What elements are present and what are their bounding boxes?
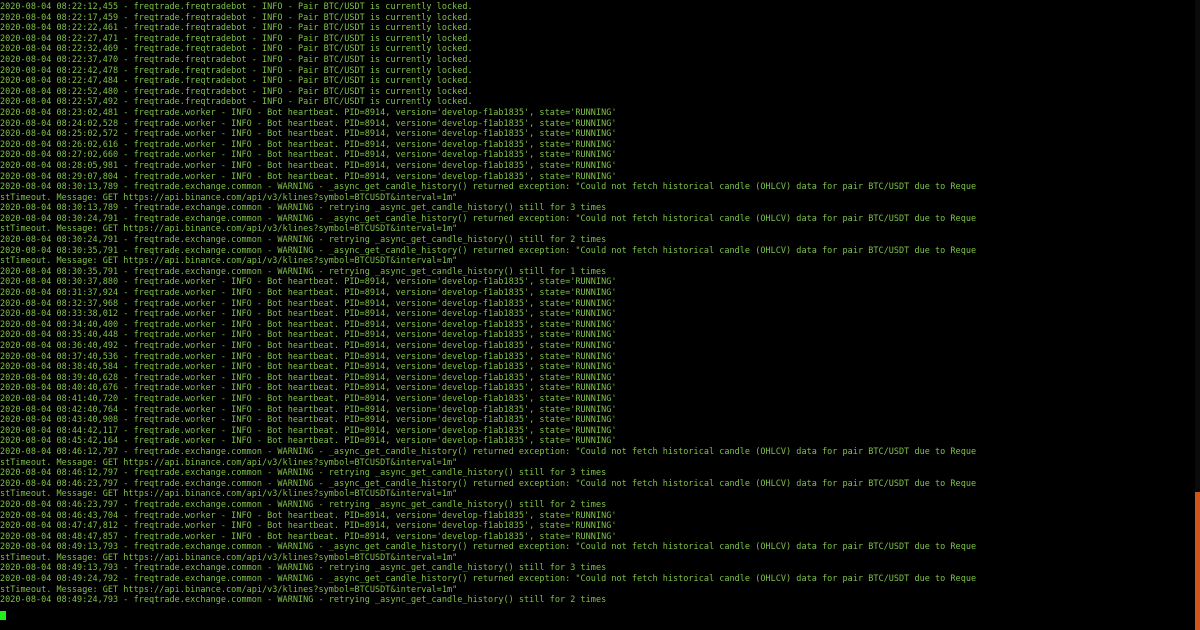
- log-line: 2020-08-04 08:40:40,676 - freqtrade.work…: [0, 383, 617, 394]
- scrollbar-thumb[interactable]: [1195, 492, 1200, 630]
- log-line: stTimeout. Message: GET https://api.bina…: [0, 192, 458, 203]
- log-line: 2020-08-04 08:49:13,793 - freqtrade.exch…: [0, 542, 977, 553]
- log-line: stTimeout. Message: GET https://api.bina…: [0, 224, 458, 235]
- log-line: 2020-08-04 08:22:12,455 - freqtrade.freq…: [0, 2, 473, 12]
- log-line: 2020-08-04 08:39:40,628 - freqtrade.work…: [0, 372, 617, 383]
- log-line: 2020-08-04 08:30:13,789 - freqtrade.exch…: [0, 182, 977, 193]
- log-line: 2020-08-04 08:46:23,797 - freqtrade.exch…: [0, 499, 607, 510]
- log-line: 2020-08-04 08:22:52,480 - freqtrade.freq…: [0, 86, 473, 97]
- log-line: 2020-08-04 08:45:42,164 - freqtrade.work…: [0, 436, 617, 447]
- log-line: 2020-08-04 08:23:02,481 - freqtrade.work…: [0, 107, 617, 118]
- log-line: 2020-08-04 08:22:32,469 - freqtrade.freq…: [0, 44, 473, 55]
- log-line: 2020-08-04 08:49:24,792 - freqtrade.exch…: [0, 574, 977, 585]
- log-line: 2020-08-04 08:49:13,793 - freqtrade.exch…: [0, 563, 607, 574]
- log-line: 2020-08-04 08:22:37,470 - freqtrade.freq…: [0, 54, 473, 65]
- terminal-window[interactable]: 2020-08-04 08:22:12,455 - freqtrade.freq…: [0, 0, 1200, 630]
- log-line: 2020-08-04 08:34:40,400 - freqtrade.work…: [0, 319, 617, 330]
- log-line: 2020-08-04 08:22:27,471 - freqtrade.freq…: [0, 33, 473, 44]
- log-line: stTimeout. Message: GET https://api.bina…: [0, 552, 458, 563]
- log-line: 2020-08-04 08:26:02,616 - freqtrade.work…: [0, 139, 617, 150]
- log-line: stTimeout. Message: GET https://api.bina…: [0, 256, 458, 267]
- log-line: 2020-08-04 08:46:23,797 - freqtrade.exch…: [0, 478, 977, 489]
- log-line: 2020-08-04 08:31:37,924 - freqtrade.work…: [0, 288, 617, 299]
- log-line: 2020-08-04 08:49:24,793 - freqtrade.exch…: [0, 595, 607, 606]
- log-line: 2020-08-04 08:30:24,791 - freqtrade.exch…: [0, 235, 607, 246]
- log-line: 2020-08-04 08:44:42,117 - freqtrade.work…: [0, 425, 617, 436]
- log-line: stTimeout. Message: GET https://api.bina…: [0, 457, 458, 468]
- log-line: 2020-08-04 08:29:07,804 - freqtrade.work…: [0, 171, 617, 182]
- log-line: 2020-08-04 08:22:47,484 - freqtrade.freq…: [0, 76, 473, 87]
- log-line: stTimeout. Message: GET https://api.bina…: [0, 489, 458, 500]
- log-line: 2020-08-04 08:30:24,791 - freqtrade.exch…: [0, 213, 977, 224]
- log-line: 2020-08-04 08:47:47,812 - freqtrade.work…: [0, 521, 617, 532]
- terminal-cursor: [0, 611, 6, 620]
- log-line: 2020-08-04 08:25:02,572 - freqtrade.work…: [0, 129, 617, 140]
- log-line: 2020-08-04 08:30:13,789 - freqtrade.exch…: [0, 203, 607, 214]
- log-line: 2020-08-04 08:43:40,908 - freqtrade.work…: [0, 415, 617, 426]
- log-line: 2020-08-04 08:42:40,764 - freqtrade.work…: [0, 404, 617, 415]
- log-line: 2020-08-04 08:22:57,492 - freqtrade.freq…: [0, 97, 473, 108]
- log-line: 2020-08-04 08:37:40,536 - freqtrade.work…: [0, 351, 617, 362]
- log-line: 2020-08-04 08:46:43,704 - freqtrade.work…: [0, 510, 617, 521]
- log-line: 2020-08-04 08:22:42,478 - freqtrade.freq…: [0, 65, 473, 76]
- log-line: 2020-08-04 08:28:05,981 - freqtrade.work…: [0, 160, 617, 171]
- log-line: 2020-08-04 08:48:47,857 - freqtrade.work…: [0, 531, 617, 542]
- log-line: 2020-08-04 08:38:40,584 - freqtrade.work…: [0, 362, 617, 373]
- log-line: stTimeout. Message: GET https://api.bina…: [0, 584, 458, 595]
- scrollbar-track[interactable]: [1195, 0, 1200, 630]
- log-line: 2020-08-04 08:22:22,461 - freqtrade.freq…: [0, 23, 473, 34]
- log-line: 2020-08-04 08:30:37,880 - freqtrade.work…: [0, 277, 617, 288]
- log-line: 2020-08-04 08:32:37,968 - freqtrade.work…: [0, 298, 617, 309]
- log-line: 2020-08-04 08:35:40,448 - freqtrade.work…: [0, 330, 617, 341]
- log-output: 2020-08-04 08:22:12,455 - freqtrade.freq…: [0, 2, 1192, 606]
- log-line: 2020-08-04 08:46:12,797 - freqtrade.exch…: [0, 446, 977, 457]
- log-line: 2020-08-04 08:24:02,528 - freqtrade.work…: [0, 118, 617, 129]
- log-line: 2020-08-04 08:22:17,459 - freqtrade.freq…: [0, 12, 473, 23]
- log-line: 2020-08-04 08:33:38,012 - freqtrade.work…: [0, 309, 617, 320]
- log-line: 2020-08-04 08:36:40,492 - freqtrade.work…: [0, 341, 617, 351]
- log-line: 2020-08-04 08:41:40,720 - freqtrade.work…: [0, 393, 617, 404]
- log-line: 2020-08-04 08:30:35,791 - freqtrade.exch…: [0, 266, 607, 277]
- log-line: 2020-08-04 08:46:12,797 - freqtrade.exch…: [0, 468, 607, 479]
- log-line: 2020-08-04 08:27:02,660 - freqtrade.work…: [0, 150, 617, 161]
- log-line: 2020-08-04 08:30:35,791 - freqtrade.exch…: [0, 245, 977, 256]
